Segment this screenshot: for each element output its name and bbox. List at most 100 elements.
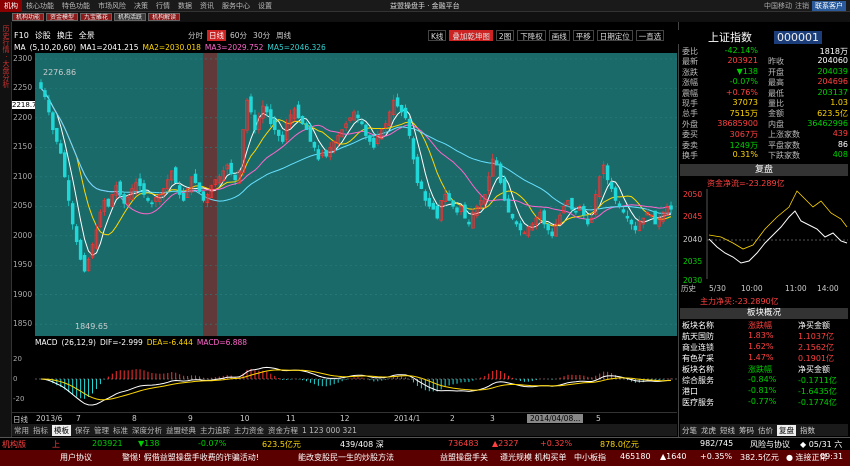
ticker-item[interactable]: 益盟操盘手关	[440, 452, 488, 463]
right-tab[interactable]: 龙虎	[701, 425, 716, 436]
sector-row[interactable]: 航天国防 1.83% 1.1037亿	[680, 331, 848, 342]
quote-label: 现手	[682, 99, 698, 108]
app-logo[interactable]: 机构	[0, 0, 22, 12]
sector-header[interactable]: 板块名称 涨跌幅 净买金额	[680, 320, 848, 331]
kline-button[interactable]: K线	[428, 30, 447, 41]
menu-item[interactable]: 行情	[152, 1, 174, 11]
quote-row: 委买 3067万 上涨家数 439	[682, 129, 848, 139]
menu-item[interactable]: 特色功能	[58, 1, 94, 11]
bottom-tab[interactable]: 资金方程	[268, 425, 298, 436]
menu-item[interactable]: 核心功能	[22, 1, 58, 11]
candle-body	[43, 90, 47, 97]
mini-tick: 2035	[683, 257, 702, 266]
right-tab[interactable]: 短线	[720, 425, 735, 436]
candle-body	[605, 165, 610, 181]
price-tick: 1850	[13, 319, 33, 329]
period-tab[interactable]: 周线	[274, 30, 293, 41]
sector-row[interactable]: 商业连锁 1.62% 2.1562亿	[680, 342, 848, 353]
bottom-tab[interactable]: 益盟经典	[166, 425, 196, 436]
quote-label: 委卖	[682, 140, 698, 150]
bottom-tab[interactable]: 主力资金	[234, 425, 264, 436]
date-locate-button[interactable]: 日期定位	[596, 30, 633, 41]
period-tab[interactable]: 分时	[186, 30, 205, 41]
ticker-item: ◆ 05/31 六	[800, 440, 843, 449]
ticker-item[interactable]: 用户协议	[60, 452, 92, 463]
sector-row[interactable]: 港口 -0.81% -1.6435亿	[680, 386, 848, 397]
toolbar-button[interactable]: 九宝雕花	[80, 13, 113, 21]
toolbar-button[interactable]: 机构功能	[12, 13, 45, 21]
bottom-tab[interactable]: 1 123 000 321	[302, 426, 357, 435]
ticker-item[interactable]: 警惕! 假借益盟操盘手收费的诈骗活动!	[122, 452, 259, 463]
sector-row[interactable]: 有色矿采 1.47% 0.1901亿	[680, 353, 848, 364]
select-button[interactable]: 一直选	[635, 30, 665, 41]
right-tab[interactable]: 筹码	[739, 425, 754, 436]
price-tick: 1900	[13, 289, 33, 299]
side-strip-label[interactable]: 历史行情 · 大盘分析	[1, 25, 11, 88]
f10-button[interactable]: F10	[14, 31, 29, 40]
sector-cell: 有色矿采	[682, 354, 714, 363]
right-tab-active[interactable]: 复盘	[777, 424, 796, 436]
bottom-tab-active[interactable]: 模板	[52, 424, 71, 436]
chart-head-item[interactable]: 换庄	[57, 30, 73, 41]
right-tab[interactable]: 指数	[800, 425, 815, 436]
candle-body	[177, 185, 182, 195]
draw-line-button[interactable]: 画线	[548, 30, 570, 41]
dea-value: DEA=-6.444	[146, 338, 193, 347]
menu-item[interactable]: 决策	[130, 1, 152, 11]
menu-item[interactable]: 服务中心	[218, 1, 254, 11]
kline-chart[interactable]: 2276.86 1849.65	[35, 53, 677, 336]
macd-chart[interactable]	[35, 349, 677, 412]
user-label[interactable]: 注销	[795, 1, 809, 11]
candle-body	[106, 198, 111, 207]
net-flow-label: 资金净流=-23.289亿	[707, 178, 785, 188]
sector-cell: 净买金额	[798, 321, 830, 330]
candle-body	[502, 178, 507, 201]
macd-label[interactable]: MACD	[35, 338, 57, 348]
period-tab-active[interactable]: 日线	[207, 30, 226, 41]
bottom-tab[interactable]: 标准	[113, 425, 128, 436]
dif-value: DIF=-2.999	[99, 338, 143, 347]
candle-body	[455, 207, 459, 213]
bottom-tab[interactable]: 保存	[75, 425, 90, 436]
contact-button[interactable]: 联系客户	[812, 1, 846, 11]
menu-item[interactable]: 数据	[174, 1, 196, 11]
period-tab[interactable]: 60分	[228, 30, 249, 41]
bottom-tab[interactable]: 指标	[33, 425, 48, 436]
menu-item[interactable]: 设置	[254, 1, 276, 11]
pan-button[interactable]: 平移	[572, 30, 594, 41]
ma3-value: MA3=2029.752	[204, 42, 264, 52]
right-tab[interactable]: 估价	[758, 425, 773, 436]
bottom-tab[interactable]: 深度分析	[132, 425, 162, 436]
replay-chart[interactable]: 资金净流=-23.289亿 2050 2045 2040 2035 2030 历…	[681, 177, 848, 292]
two-chart-button[interactable]: 2图	[495, 30, 515, 41]
ma-label[interactable]: MA	[14, 43, 26, 52]
ticker-item[interactable]: 能改变股民一生的炒股方法	[298, 452, 394, 463]
quote-value: 408	[832, 150, 848, 159]
replay-date: 5/30	[709, 284, 726, 292]
sector-header[interactable]: 板块名称 涨跌幅 净买金额	[680, 364, 848, 375]
adjust-button[interactable]: 下降权	[517, 30, 546, 41]
period-tab[interactable]: 30分	[251, 30, 272, 41]
ticker-item: ▼138	[138, 439, 160, 448]
right-tab[interactable]: 分笔	[682, 425, 697, 436]
menu-item[interactable]: 市场风险	[94, 1, 130, 11]
candle-body	[265, 106, 269, 113]
menu-item[interactable]: 资讯	[196, 1, 218, 11]
chart-head-item[interactable]: 诊股	[35, 30, 51, 41]
chart-head-item[interactable]: 全景	[79, 30, 95, 41]
sector-row[interactable]: 综合服务 -0.84% -0.1711亿	[680, 375, 848, 386]
macd-params: (26,12,9)	[61, 338, 96, 347]
bottom-tab[interactable]: 主力追踪	[200, 425, 230, 436]
toolbar-button[interactable]: 资金模型	[46, 13, 79, 21]
index-code[interactable]: 000001	[774, 30, 822, 44]
bottom-tab[interactable]: 常用	[14, 425, 29, 436]
toolbar-button[interactable]: 机构解读	[148, 13, 181, 21]
candle-body	[586, 218, 590, 225]
overlay-button[interactable]: 叠加乾坤图	[449, 30, 493, 41]
sector-row[interactable]: 医疗服务 -0.77% -0.1774亿	[680, 397, 848, 408]
sector-cell: 涨跌幅	[748, 365, 772, 374]
toolbar-button[interactable]: 机构活跃	[114, 13, 147, 21]
price-tick: 2050	[13, 201, 33, 211]
ticker-item: +0.35%	[700, 452, 733, 461]
bottom-tab[interactable]: 管理	[94, 425, 109, 436]
